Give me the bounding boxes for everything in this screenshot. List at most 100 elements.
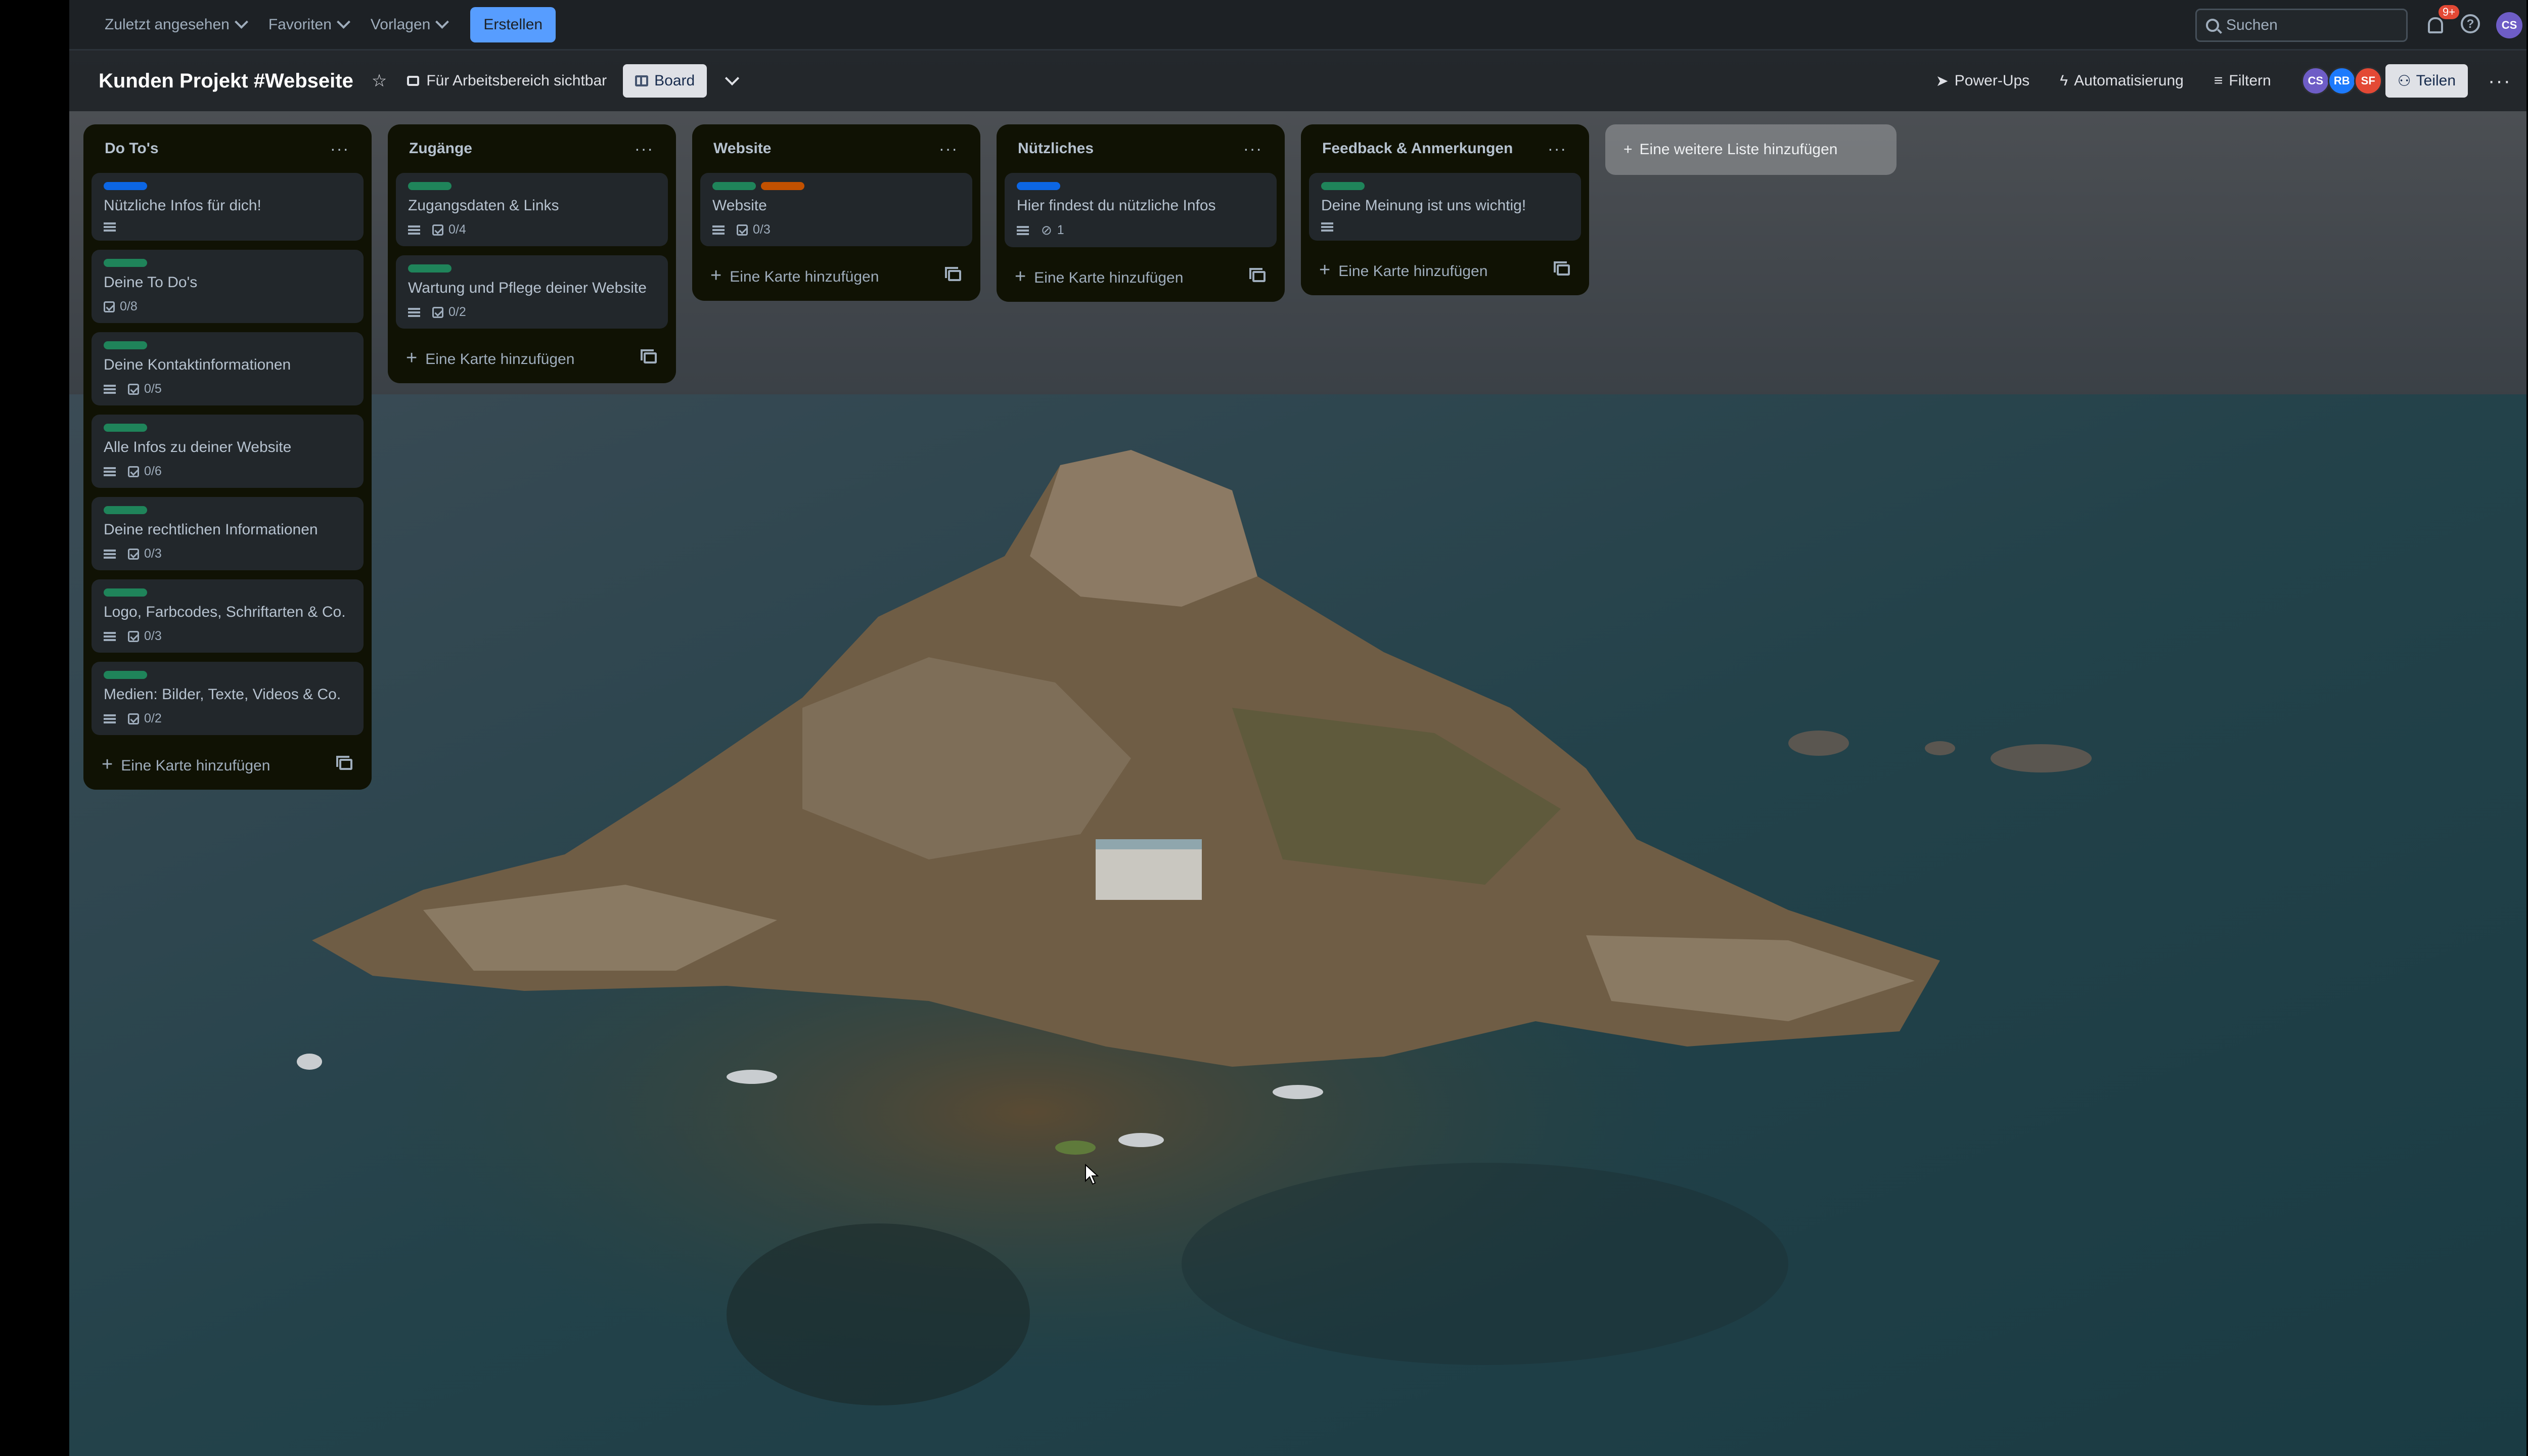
add-list-button[interactable]: + Eine weitere Liste hinzufügen <box>1605 124 1897 175</box>
list-menu-icon[interactable]: ··· <box>939 140 958 158</box>
label-green[interactable] <box>104 671 147 679</box>
powerups-label: Power-Ups <box>1954 72 2030 89</box>
card[interactable]: Medien: Bilder, Texte, Videos & Co. 0/2 <box>92 662 364 735</box>
card-title: Deine Meinung ist uns wichtig! <box>1321 197 1526 214</box>
mouse-cursor-icon <box>1085 1164 1099 1185</box>
person-add-icon: ⚇ <box>2397 72 2411 89</box>
card[interactable]: Hier findest du nützliche Infos ⊘ 1 <box>1005 173 1277 247</box>
label-green[interactable] <box>408 182 452 190</box>
card[interactable]: Logo, Farbcodes, Schriftarten & Co. 0/3 <box>92 579 364 653</box>
card[interactable]: Deine Kontaktinformationen 0/5 <box>92 332 364 405</box>
card[interactable]: Deine Meinung ist uns wichtig! <box>1309 173 1581 241</box>
filter-button[interactable]: ≡ Filtern <box>2214 72 2271 89</box>
label-orange[interactable] <box>761 182 804 190</box>
card[interactable]: Website 0/3 <box>700 173 972 246</box>
notification-count-badge: 9+ <box>2439 5 2460 19</box>
board-view-label: Board <box>654 72 695 89</box>
board-lists: Do To's ··· Nützliche Infos für dich! Deine… <box>83 124 1897 790</box>
list-menu-icon[interactable]: ··· <box>1243 140 1262 158</box>
description-icon <box>104 549 116 559</box>
card-labels <box>408 264 656 272</box>
card-template-icon[interactable] <box>1554 261 1570 276</box>
plus-icon: + <box>406 347 418 369</box>
member-avatar[interactable]: SF <box>2354 67 2382 95</box>
list-menu-icon[interactable]: ··· <box>635 140 654 158</box>
label-green[interactable] <box>104 588 147 597</box>
powerups-button[interactable]: ➤ Power-Ups <box>1936 72 2030 90</box>
card-labels <box>104 506 351 514</box>
checklist-count: 0/2 <box>448 305 466 319</box>
list-title[interactable]: Do To's <box>105 140 159 157</box>
add-card-button[interactable]: + Eine Karte hinzufügen <box>700 255 972 296</box>
card-title: Deine To Do's <box>104 274 198 291</box>
card-template-icon[interactable] <box>945 267 961 281</box>
member-avatar[interactable]: CS <box>2301 67 2330 95</box>
card[interactable]: Deine To Do's 0/8 <box>92 250 364 323</box>
card[interactable]: Deine rechtlichen Informationen 0/3 <box>92 497 364 570</box>
member-avatar[interactable]: RB <box>2327 67 2356 95</box>
card-template-icon[interactable] <box>1249 268 1266 282</box>
visibility-button[interactable]: Für Arbeitsbereich sichtbar <box>407 72 607 89</box>
list-menu-icon[interactable]: ··· <box>330 140 349 158</box>
card-labels <box>104 424 351 432</box>
card-badges: 0/2 <box>104 711 351 726</box>
label-green[interactable] <box>104 259 147 267</box>
label-green[interactable] <box>104 506 147 514</box>
list-title[interactable]: Zugänge <box>409 140 472 157</box>
notifications-button[interactable]: 9+ <box>2420 5 2460 40</box>
label-green[interactable] <box>1321 182 1365 190</box>
list-title[interactable]: Nützliches <box>1018 140 1094 157</box>
card[interactable]: Alle Infos zu deiner Website 0/6 <box>92 415 364 488</box>
list-header: Zugänge ··· <box>396 124 668 173</box>
label-blue[interactable] <box>104 182 147 190</box>
menu-favorites[interactable]: Favoriten <box>257 9 359 41</box>
list-column: Nützliches ··· Hier findest du nützliche I… <box>997 124 1285 302</box>
share-button[interactable]: ⚇ Teilen <box>2385 64 2468 98</box>
menu-templates[interactable]: Vorlagen <box>359 9 458 41</box>
chevron-down-icon <box>234 15 248 29</box>
more-options-icon[interactable]: ··· <box>2488 70 2511 93</box>
card-badges <box>1321 222 1569 232</box>
description-icon <box>104 467 116 476</box>
attachment-count: 1 <box>1057 223 1064 237</box>
chevron-down-icon[interactable] <box>725 71 740 86</box>
people-icon <box>407 76 420 86</box>
checklist-count: 0/3 <box>753 222 771 237</box>
label-green[interactable] <box>104 341 147 349</box>
checklist-badge: 0/3 <box>128 629 162 644</box>
checklist-badge: 0/5 <box>128 382 162 396</box>
attachment-badge: ⊘ 1 <box>1041 222 1064 238</box>
menu-recent[interactable]: Zuletzt angesehen <box>94 9 257 41</box>
description-icon <box>104 222 116 232</box>
description-icon <box>1321 222 1333 232</box>
bell-icon <box>2428 17 2443 33</box>
label-green[interactable] <box>712 182 756 190</box>
list-menu-icon[interactable]: ··· <box>1548 140 1567 158</box>
star-icon[interactable]: ☆ <box>372 71 387 91</box>
account-avatar[interactable]: CS <box>2496 12 2522 38</box>
card[interactable]: Wartung und Pflege deiner Website 0/2 <box>396 255 668 329</box>
checklist-badge: 0/8 <box>104 299 138 314</box>
label-green[interactable] <box>104 424 147 432</box>
help-icon[interactable]: ? <box>2461 14 2480 33</box>
card[interactable]: Nützliche Infos für dich! <box>92 173 364 241</box>
search-input[interactable]: Suchen <box>2195 9 2408 42</box>
board-title[interactable]: Kunden Projekt #Webseite <box>99 70 353 93</box>
add-card-button[interactable]: + Eine Karte hinzufügen <box>92 744 364 785</box>
label-green[interactable] <box>408 264 452 272</box>
create-button[interactable]: Erstellen <box>470 7 556 42</box>
label-blue[interactable] <box>1017 182 1060 190</box>
description-icon <box>104 384 116 394</box>
board-view-button[interactable]: Board <box>623 64 707 98</box>
list-title[interactable]: Feedback & Anmerkungen <box>1322 140 1513 157</box>
card[interactable]: Zugangsdaten & Links 0/4 <box>396 173 668 246</box>
automation-button[interactable]: ϟ Automatisierung <box>2060 72 2184 89</box>
card-template-icon[interactable] <box>336 756 352 770</box>
add-card-button[interactable]: + Eine Karte hinzufügen <box>1309 250 1581 290</box>
card-template-icon[interactable] <box>641 349 657 363</box>
add-card-button[interactable]: + Eine Karte hinzufügen <box>396 338 668 378</box>
add-card-button[interactable]: + Eine Karte hinzufügen <box>1005 256 1277 297</box>
list-title[interactable]: Website <box>713 140 771 157</box>
checklist-badge: 0/2 <box>128 711 162 726</box>
list-header: Do To's ··· <box>92 124 364 173</box>
